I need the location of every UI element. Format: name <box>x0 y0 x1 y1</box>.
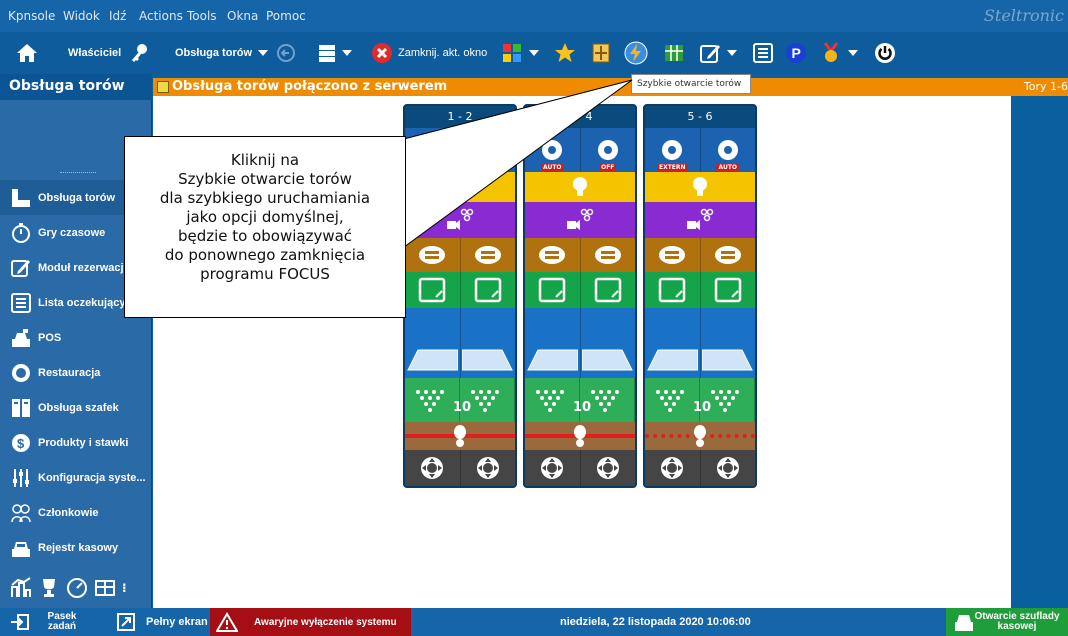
fullscreen-icon <box>117 613 135 631</box>
callout-line: będzie to obowiązywać <box>177 227 353 245</box>
callout-line: Kliknij na <box>230 151 300 169</box>
warning-icon <box>216 612 238 632</box>
callout-line: Szybkie otwarcie torów <box>178 170 352 188</box>
exit-arrow-icon <box>11 614 29 630</box>
taskbar-label: Pasek zadań <box>47 611 77 632</box>
callout-box: Kliknij na Szybkie otwarcie torów dla sz… <box>124 136 406 318</box>
callout-line: dla szybkiego uruchamiania <box>159 189 371 207</box>
callout-pointer <box>399 79 633 251</box>
fullscreen-label: Pełny ekran <box>146 616 208 628</box>
drawer-label: Otwarcie szuflady kasowej <box>974 611 1060 632</box>
cash-register-icon <box>955 615 973 631</box>
fullscreen-button[interactable]: Pełny ekran <box>116 608 208 636</box>
emergency-shutdown-button[interactable]: Awaryjne wyłączenie systemu <box>210 608 411 636</box>
taskbar-button[interactable]: Pasek zadań <box>10 608 82 636</box>
status-bar: Pasek zadań Pełny ekran Awaryjne wyłącze… <box>0 608 1068 636</box>
callout-line: programu FOCUS <box>200 265 330 283</box>
open-drawer-button[interactable]: Otwarcie szuflady kasowej <box>946 608 1068 636</box>
callout-line: jako opcji domyślnej, <box>186 208 344 226</box>
emergency-label: Awaryjne wyłączenie systemu <box>254 616 397 628</box>
datetime: niedziela, 22 listopada 2020 10:06:00 <box>560 616 751 628</box>
callout-line: do ponownego zamknięcia <box>164 246 366 264</box>
